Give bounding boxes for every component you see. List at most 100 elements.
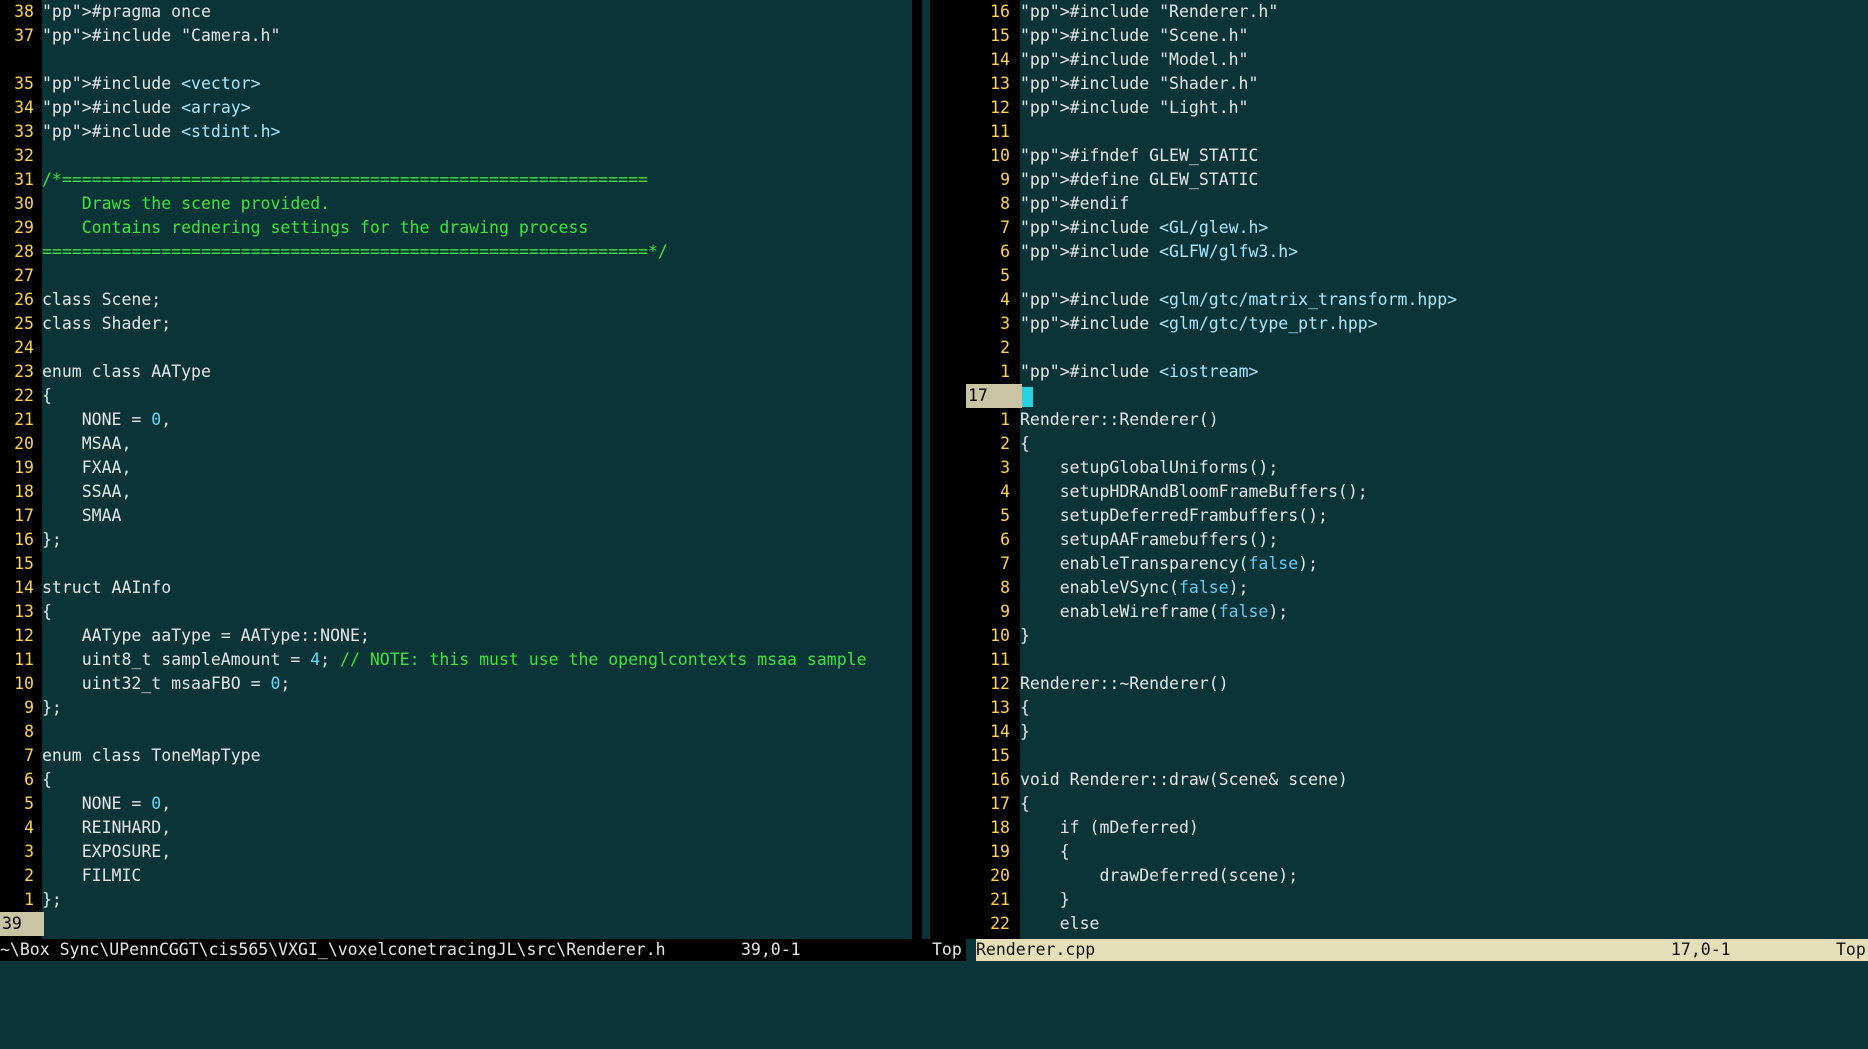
- code-line[interactable]: 31 /*====================================…: [0, 168, 648, 192]
- code-line[interactable]: 4 setupHDRAndBloomFrameBuffers();: [966, 480, 1368, 504]
- code-text: {: [42, 602, 52, 621]
- code-line[interactable]: 25 class Shader;: [0, 312, 171, 336]
- code-line[interactable]: 7 enableTransparency(false);: [966, 552, 1318, 576]
- code-line[interactable]: 21 NONE = 0,: [0, 408, 171, 432]
- line-number: 17: [14, 506, 34, 525]
- line-number: 32: [14, 146, 34, 165]
- code-line[interactable]: 33 "pp">#include <stdint.h>: [0, 120, 280, 144]
- code-line[interactable]: 14 struct AAInfo: [0, 576, 171, 600]
- line-number: 10: [990, 626, 1010, 645]
- code-line[interactable]: 22 else: [966, 912, 1099, 936]
- code-line[interactable]: 34 "pp">#include <array>: [0, 96, 251, 120]
- cursor-line[interactable]: 17: [966, 384, 1033, 408]
- line-number: 16: [990, 770, 1010, 789]
- code-line[interactable]: 20 drawDeferred(scene);: [966, 864, 1298, 888]
- code-line[interactable]: 5 setupDeferredFrambuffers();: [966, 504, 1328, 528]
- code-line[interactable]: 13 {: [0, 600, 52, 624]
- code-line[interactable]: 9 "pp">#define GLEW_STATIC: [966, 168, 1258, 192]
- code-line[interactable]: 15: [966, 744, 1020, 768]
- code-text: enableVSync(false);: [1020, 578, 1249, 597]
- code-line[interactable]: 3 EXPOSURE,: [0, 840, 171, 864]
- code-line[interactable]: 14}: [966, 720, 1030, 744]
- code-line[interactable]: 9 enableWireframe(false);: [966, 600, 1288, 624]
- code-line[interactable]: 11 uint8_t sampleAmount = 4; // NOTE: th…: [0, 648, 866, 672]
- code-line[interactable]: 26 class Scene;: [0, 288, 161, 312]
- code-line[interactable]: 13 {: [966, 696, 1030, 720]
- code-text: "pp">#include <GLFW/glfw3.h>: [1020, 242, 1299, 261]
- code-line[interactable]: 4 "pp">#include <glm/gtc/matrix_transform…: [966, 288, 1457, 312]
- code-line[interactable]: 21 }: [966, 888, 1070, 912]
- code-line[interactable]: 6 "pp">#include <GLFW/glfw3.h>: [966, 240, 1298, 264]
- right-editor-pane[interactable]: 16 "pp">#include "Renderer.h" 15 "pp">#incl…: [966, 0, 1868, 939]
- code-line[interactable]: 19 {: [966, 840, 1070, 864]
- code-line[interactable]: 17 {: [966, 792, 1030, 816]
- code-line[interactable]: 8 enableVSync(false);: [966, 576, 1249, 600]
- code-line[interactable]: 5 NONE = 0,: [0, 792, 171, 816]
- status-scroll-percent: Top: [1836, 940, 1866, 959]
- code-line[interactable]: 17 SMAA: [0, 504, 121, 528]
- code-line[interactable]: 10 "pp">#ifndef GLEW_STATIC: [966, 144, 1258, 168]
- code-line[interactable]: 37 "pp">#include "Camera.h": [0, 24, 280, 48]
- code-line[interactable]: 4 REINHARD,: [0, 816, 171, 840]
- code-line[interactable]: 30 Draws the scene provided.: [0, 192, 330, 216]
- command-line[interactable]: [0, 961, 1868, 986]
- line-number: 4: [24, 818, 34, 837]
- code-line[interactable]: 20 MSAA,: [0, 432, 131, 456]
- code-line[interactable]: 9};: [0, 696, 62, 720]
- code-line[interactable]: 10 uint32_t msaaFBO = 0;: [0, 672, 290, 696]
- vertical-split-divider[interactable]: [912, 0, 922, 939]
- code-line[interactable]: 1 "pp">#include <iostream>: [966, 360, 1258, 384]
- code-line[interactable]: 18 SSAA,: [0, 480, 131, 504]
- code-line[interactable]: 15: [0, 552, 42, 576]
- code-line[interactable]: 11: [966, 120, 1020, 144]
- code-line[interactable]: 28 ======================================…: [0, 240, 668, 264]
- code-line[interactable]: 2 FILMIC: [0, 864, 141, 888]
- code-line[interactable]: 12 Renderer::~Renderer(): [966, 672, 1229, 696]
- code-line[interactable]: 18 if (mDeferred): [966, 816, 1199, 840]
- code-line[interactable]: 8 "pp">#endif: [966, 192, 1129, 216]
- code-line[interactable]: 16 "pp">#include "Renderer.h": [966, 0, 1278, 24]
- code-line[interactable]: 3 setupGlobalUniforms();: [966, 456, 1278, 480]
- code-line[interactable]: 14 "pp">#include "Model.h": [966, 48, 1248, 72]
- code-line[interactable]: 7 enum class ToneMapType: [0, 744, 260, 768]
- code-line[interactable]: 1};: [0, 888, 62, 912]
- vim-editor[interactable]: 38 "pp">#pragma once 37 "pp">#include "Came…: [0, 0, 1868, 986]
- code-line[interactable]: 11: [966, 648, 1020, 672]
- code-line[interactable]: 24: [0, 336, 42, 360]
- code-line[interactable]: 15 "pp">#include "Scene.h": [966, 24, 1249, 48]
- code-text: "pp">#include "Scene.h": [1020, 26, 1249, 45]
- line-number: 19: [990, 842, 1010, 861]
- code-line[interactable]: 32: [0, 144, 42, 168]
- code-line[interactable]: 3 "pp">#include <glm/gtc/type_ptr.hpp>: [966, 312, 1378, 336]
- code-line[interactable]: 6{: [0, 768, 52, 792]
- code-line[interactable]: 27: [0, 264, 42, 288]
- code-line[interactable]: 1 Renderer::Renderer(): [966, 408, 1219, 432]
- code-line[interactable]: 10}: [966, 624, 1030, 648]
- code-line[interactable]: 38 "pp">#pragma once: [0, 0, 211, 24]
- code-line[interactable]: 22 {: [0, 384, 52, 408]
- code-line[interactable]: 13 "pp">#include "Shader.h": [966, 72, 1258, 96]
- code-line[interactable]: 29 Contains rednering settings for the d…: [0, 216, 588, 240]
- code-line[interactable]: [0, 48, 42, 72]
- line-number: 9: [1000, 602, 1010, 621]
- code-line[interactable]: 12 AAType aaType = AAType::NONE;: [0, 624, 370, 648]
- code-text: Renderer::Renderer(): [1020, 410, 1219, 429]
- line-number: 1: [1000, 362, 1010, 381]
- line-number: 15: [990, 26, 1010, 45]
- code-text: "pp">#pragma once: [42, 2, 211, 21]
- code-line[interactable]: 8: [0, 720, 42, 744]
- left-editor-pane[interactable]: 38 "pp">#pragma once 37 "pp">#include "Came…: [0, 0, 912, 939]
- code-line[interactable]: 2: [966, 336, 1020, 360]
- cursor-line[interactable]: 39: [0, 912, 44, 936]
- code-line[interactable]: 5: [966, 264, 1020, 288]
- code-line[interactable]: 16};: [0, 528, 62, 552]
- code-line[interactable]: 23 enum class AAType: [0, 360, 211, 384]
- code-line[interactable]: 2{: [966, 432, 1030, 456]
- code-text: "pp">#include <vector>: [42, 74, 261, 93]
- code-line[interactable]: 12 "pp">#include "Light.h": [966, 96, 1248, 120]
- code-line[interactable]: 19 FXAA,: [0, 456, 131, 480]
- code-line[interactable]: 16 void Renderer::draw(Scene& scene): [966, 768, 1348, 792]
- code-line[interactable]: 7 "pp">#include <GL/glew.h>: [966, 216, 1268, 240]
- code-line[interactable]: 6 setupAAFramebuffers();: [966, 528, 1278, 552]
- code-line[interactable]: 35 "pp">#include <vector>: [0, 72, 261, 96]
